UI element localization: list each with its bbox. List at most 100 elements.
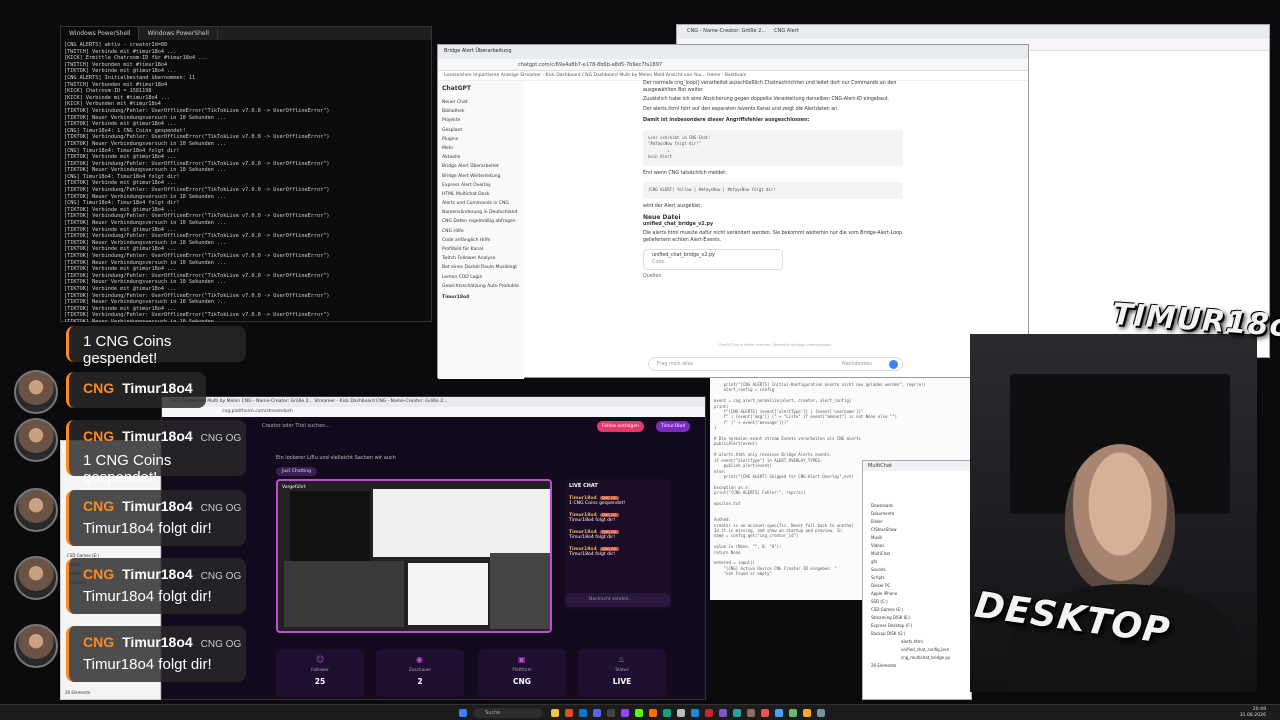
sidebar-item[interactable]: Gesplant — [442, 128, 520, 133]
app-icon[interactable] — [691, 709, 699, 717]
sidebar-item[interactable]: CNG Hilfe — [442, 229, 520, 234]
sidebar-item[interactable]: Alerts und Commands in CNG — [442, 201, 520, 206]
powershell-window[interactable]: Windows PowerShell Windows PowerShell [C… — [60, 26, 432, 322]
right-browser-tab-2[interactable]: CNG Alert — [774, 28, 799, 34]
edge-icon[interactable] — [579, 709, 587, 717]
code-block[interactable]: [CNG ALERT] follow | #mfaysNow | #mfaysN… — [643, 182, 903, 199]
discord-icon[interactable] — [593, 709, 601, 717]
dashboard-tabbar[interactable]: CNG Dashboard Multi by Melon CNG - Name-… — [162, 397, 705, 407]
think-mode-button[interactable]: Nachdenken — [842, 362, 872, 367]
app-icon[interactable] — [677, 709, 685, 717]
app-icon[interactable] — [565, 709, 573, 717]
explorer-file[interactable]: cng_multichat_bridge.py — [893, 653, 971, 661]
explorer-file[interactable]: alerts.html — [893, 637, 971, 645]
cng-label: CNG — [83, 380, 115, 396]
og-badge: CNG OG — [200, 639, 242, 650]
chatgpt-prompt-input[interactable]: Frag mich alles Nachdenken — [648, 357, 903, 371]
sidebar-item[interactable]: Bridge Alert Weiterleitung — [442, 174, 520, 179]
sidebar-item[interactable]: Express Alert Overlay — [442, 183, 520, 188]
app-icon[interactable] — [789, 709, 797, 717]
sidebar-item[interactable]: Gewichtsschätzung Auto Produkte — [442, 284, 520, 289]
user-button[interactable]: Timur18o4 — [656, 421, 691, 432]
alert-username: Timur18o4 — [122, 428, 193, 444]
file-card[interactable]: unified_chat_bridge_v2.py Code — [643, 249, 783, 270]
terminal-line: [CNG] Timur18o4: 1 CNG Coins gespendet! — [64, 127, 186, 134]
firefox-icon[interactable] — [649, 709, 657, 717]
chat-message-input[interactable]: Nachricht senden... — [565, 593, 671, 607]
explorer-nav-item[interactable]: Express Desktop (F:) — [863, 621, 971, 629]
chat-badge: CNG OG — [599, 530, 619, 534]
app-icon[interactable] — [803, 709, 811, 717]
sidebar-item[interactable]: Aktuelle — [442, 155, 520, 160]
file-explorer[interactable]: MultiChat Downloads Dokumente Bilder CfStor… — [862, 460, 972, 700]
explorer-nav-item[interactable]: Dieser PC — [863, 581, 971, 589]
explorer-nav-item[interactable]: Musik — [863, 533, 971, 541]
sidebar-item[interactable]: Lemon COD Login — [442, 275, 520, 280]
app-icon[interactable] — [817, 709, 825, 717]
explorer-nav-item[interactable]: CSD Games (E:) — [863, 605, 971, 613]
twitch-icon[interactable] — [621, 709, 629, 717]
app-icon[interactable] — [761, 709, 769, 717]
explorer-nav-item[interactable]: Dokumente — [863, 509, 971, 517]
stream-preview[interactable]: Vorgeführt — [276, 479, 552, 633]
chatgpt-user[interactable]: Timur18o4 — [442, 295, 520, 300]
sidebar-item[interactable]: HTML Multichat Dock — [442, 192, 520, 197]
follow-button[interactable]: Follow entfolgen — [597, 421, 644, 432]
sidebar-item[interactable]: Neuer Chat — [442, 100, 520, 105]
right-browser-tab-1[interactable]: CNG - Name-Creator: Größe 2... — [687, 28, 766, 34]
start-icon[interactable] — [459, 709, 467, 717]
app-icon[interactable] — [733, 709, 741, 717]
chatgpt-window[interactable]: Bridge Alert Überarbeitung chatgpt.com/c… — [437, 44, 1029, 379]
chatgpt-tab[interactable]: Bridge Alert Überarbeitung — [444, 48, 512, 54]
explorer-nav-item[interactable]: Apple iPhone — [863, 589, 971, 597]
app-icon[interactable] — [705, 709, 713, 717]
chatgpt-url[interactable]: chatgpt.com/c/69a4a8b7-e178-8b6b-a8d5-7b… — [438, 59, 1028, 71]
explorer-nav-item[interactable]: SSD (C:) — [863, 597, 971, 605]
sidebar-item[interactable]: Twitch Follower Analyse — [442, 256, 520, 261]
explorer-nav-item[interactable]: Scripts — [863, 573, 971, 581]
app-icon[interactable] — [775, 709, 783, 717]
bookmarks-bar[interactable]: Lesezeichen importieren Anzeige Streamer… — [438, 71, 1028, 81]
explorer-nav-item[interactable]: Sounds — [863, 565, 971, 573]
app-icon[interactable] — [747, 709, 755, 717]
terminal-tab-1[interactable]: Windows PowerShell — [61, 27, 140, 40]
terminal-line: [TIKTOK] Verbinde mit @timur18o4 ... — [64, 285, 177, 292]
explorer-nav-item[interactable]: MultiChat — [863, 549, 971, 557]
dashboard-url[interactable]: cng.platthorm.com/streamdash — [162, 407, 705, 417]
chatgpt-icon[interactable] — [663, 709, 671, 717]
chatgpt-sidebar: ChatGPT Neuer Chat Bibliothek Projekte Gesp… — [438, 81, 524, 379]
category-chip[interactable]: Just Chatting — [276, 467, 317, 476]
app-icon[interactable] — [719, 709, 727, 717]
explorer-nav-item[interactable]: Bilder — [863, 517, 971, 525]
sidebar-item[interactable]: Plugins — [442, 137, 520, 142]
explorer-nav-item[interactable]: Streaming DISK (E:) — [863, 613, 971, 621]
taskbar-clock[interactable]: 20:49 31.08.2026 — [1240, 707, 1266, 719]
dashboard-search[interactable]: Creator oder Titel suchen... — [262, 423, 330, 429]
explorer-file[interactable]: unified_chat_config.json — [893, 645, 971, 653]
sidebar-item[interactable]: Mehr — [442, 146, 520, 151]
explorer-nav-item[interactable]: Backup DISK (G:) — [863, 629, 971, 637]
folder-icon[interactable] — [551, 709, 559, 717]
code-block[interactable]: user schreibt im CNG-Chat: "#mfaysNow fo… — [643, 129, 903, 166]
file-link[interactable]: unified_chat_bridge_v2.py — [643, 222, 903, 229]
explorer-nav-item[interactable]: gfx — [863, 557, 971, 565]
sidebar-item[interactable]: Bibliothek — [442, 109, 520, 114]
explorer-nav-item[interactable]: Downloads — [863, 501, 971, 509]
sidebar-item[interactable]: Namensänderung in Deutschland — [442, 210, 520, 215]
terminal-icon[interactable] — [607, 709, 615, 717]
kick-icon[interactable] — [635, 709, 643, 717]
sidebar-item[interactable]: Bot eines Dockel Raum Musiklegt — [442, 265, 520, 270]
send-icon[interactable] — [889, 360, 898, 369]
alert-donation: 1 CNG Coins gespendet! — [66, 326, 246, 367]
sidebar-item[interactable]: Profilbild für Kanal — [442, 247, 520, 252]
sources-button[interactable]: Quellen — [643, 274, 903, 281]
explorer-nav-item[interactable]: CfStoreShow — [863, 525, 971, 533]
terminal-tab-2[interactable]: Windows PowerShell — [139, 27, 218, 40]
taskbar-search[interactable]: Suche — [473, 708, 543, 718]
sidebar-item[interactable]: Projekte — [442, 118, 520, 123]
sidebar-item[interactable]: Bridge Alert Überarbeitet — [442, 164, 520, 169]
sidebar-item[interactable]: CNG Daten regelmäßig abfragen — [442, 219, 520, 224]
explorer-nav-item[interactable]: Videos — [863, 541, 971, 549]
chatgpt-brand[interactable]: ChatGPT — [442, 85, 520, 92]
sidebar-item[interactable]: Code anfänglich Hilfe — [442, 238, 520, 243]
